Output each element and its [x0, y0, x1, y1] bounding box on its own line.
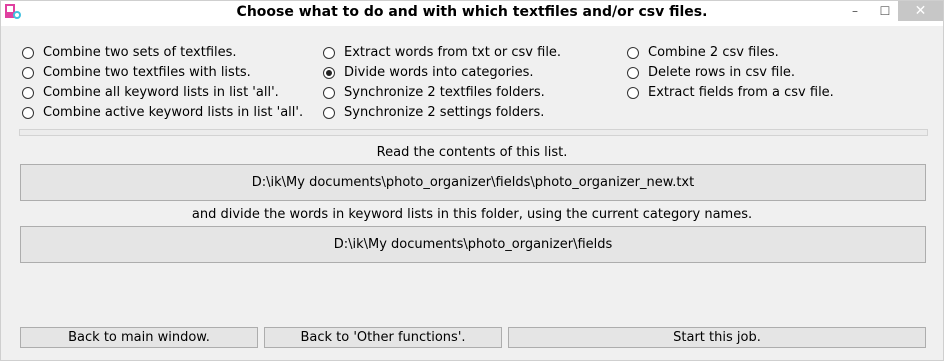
option-extract-fields-csv[interactable]: Extract fields from a csv file.: [627, 85, 834, 100]
window-title: Choose what to do and with which textfil…: [236, 4, 708, 20]
option-sync-textfiles-folders[interactable]: Synchronize 2 textfiles folders.: [323, 85, 545, 100]
radio-button[interactable]: [627, 66, 639, 79]
option-extract-words[interactable]: Extract words from txt or csv file.: [323, 45, 561, 60]
divider: [19, 129, 928, 136]
option-label: Combine two textfiles with lists.: [43, 65, 251, 80]
option-sync-settings-folders[interactable]: Synchronize 2 settings folders.: [323, 105, 544, 120]
radio-button-selected[interactable]: [323, 66, 335, 79]
option-divide-words[interactable]: Divide words into categories.: [323, 65, 533, 80]
title-bar: Choose what to do and with which textfil…: [1, 1, 943, 26]
start-job-button[interactable]: Start this job.: [508, 327, 926, 348]
radio-button[interactable]: [323, 106, 335, 119]
minimize-icon[interactable]: –: [841, 1, 869, 21]
option-label: Delete rows in csv file.: [648, 65, 796, 80]
target-folder-path-button[interactable]: D:\ik\My documents\photo_organizer\field…: [20, 226, 926, 263]
dialog-window: Choose what to do and with which textfil…: [0, 0, 944, 361]
radio-button[interactable]: [22, 106, 34, 119]
option-label: Synchronize 2 textfiles folders.: [344, 85, 545, 100]
radio-button[interactable]: [22, 46, 34, 59]
close-icon[interactable]: ✕: [898, 1, 943, 21]
radio-button[interactable]: [627, 46, 639, 59]
target-folder-caption: and divide the words in keyword lists in…: [191, 207, 753, 222]
option-combine-two-textfiles[interactable]: Combine two textfiles with lists.: [22, 65, 251, 80]
maximize-icon[interactable]: ☐: [871, 1, 899, 21]
option-label: Divide words into categories.: [344, 65, 534, 80]
option-combine-active-keyword-lists[interactable]: Combine active keyword lists in list 'al…: [22, 105, 303, 120]
option-label: Combine 2 csv files.: [648, 45, 779, 60]
option-label: Combine two sets of textfiles.: [43, 45, 237, 60]
option-combine-all-keyword-lists[interactable]: Combine all keyword lists in list 'all'.: [22, 85, 279, 100]
source-list-path-button[interactable]: D:\ik\My documents\photo_organizer\field…: [20, 164, 926, 201]
option-delete-rows-csv[interactable]: Delete rows in csv file.: [627, 65, 795, 80]
radio-button[interactable]: [22, 86, 34, 99]
option-label: Combine active keyword lists in list 'al…: [43, 105, 304, 120]
radio-button[interactable]: [323, 86, 335, 99]
option-label: Combine all keyword lists in list 'all'.: [43, 85, 279, 100]
back-to-other-functions-button[interactable]: Back to 'Other functions'.: [264, 327, 502, 348]
option-combine-csv[interactable]: Combine 2 csv files.: [627, 45, 779, 60]
back-to-main-button[interactable]: Back to main window.: [20, 327, 258, 348]
option-combine-two-sets[interactable]: Combine two sets of textfiles.: [22, 45, 237, 60]
option-label: Synchronize 2 settings folders.: [344, 105, 545, 120]
option-label: Extract fields from a csv file.: [648, 85, 834, 100]
radio-button[interactable]: [323, 46, 335, 59]
radio-button[interactable]: [627, 86, 639, 99]
radio-button[interactable]: [22, 66, 34, 79]
option-label: Extract words from txt or csv file.: [344, 45, 562, 60]
source-list-caption: Read the contents of this list.: [376, 145, 568, 160]
